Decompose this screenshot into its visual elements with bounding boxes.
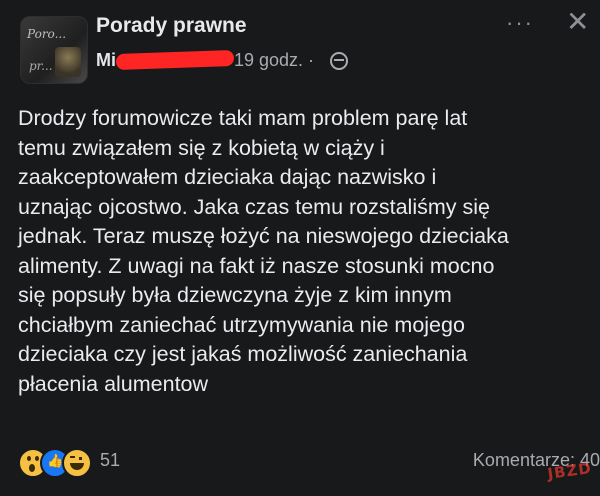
post-footer: 51 Komentarze: 40 bbox=[18, 448, 600, 478]
post-body: Drodzy forumowicze taki mam problem parę… bbox=[18, 106, 509, 396]
post-time[interactable]: 19 godz. · bbox=[234, 50, 314, 71]
close-icon[interactable]: ✕ bbox=[566, 8, 589, 36]
author-name[interactable]: Mi bbox=[96, 50, 116, 71]
redaction-mark bbox=[115, 49, 235, 71]
group-name-link[interactable]: Porady prawne bbox=[96, 14, 247, 38]
globe-icon bbox=[330, 52, 348, 70]
more-options-icon[interactable]: ··· bbox=[506, 10, 534, 36]
avatar-figure bbox=[55, 47, 81, 77]
avatar-text-bottom: pr... bbox=[29, 59, 53, 73]
post-card: Poro... pr... Porady prawne Mi 19 godz. … bbox=[0, 0, 600, 496]
haha-icon bbox=[62, 448, 92, 478]
reaction-count: 51 bbox=[100, 450, 121, 470]
watermark-logo: JBZD bbox=[546, 459, 593, 484]
group-avatar[interactable]: Poro... pr... bbox=[20, 16, 88, 84]
avatar-text-top: Poro... bbox=[27, 27, 67, 41]
